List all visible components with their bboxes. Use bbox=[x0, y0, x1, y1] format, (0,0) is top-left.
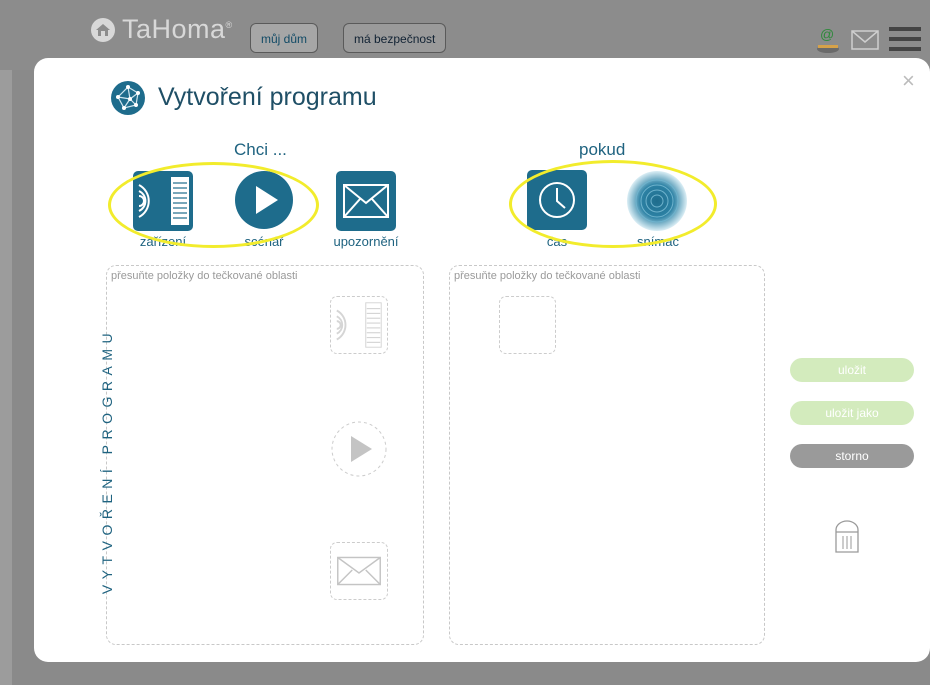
logo-text: TaHoma® bbox=[122, 14, 233, 44]
program-icon bbox=[111, 81, 145, 115]
close-icon[interactable]: × bbox=[902, 68, 915, 94]
background-strip bbox=[0, 70, 12, 685]
envelope-icon[interactable] bbox=[851, 30, 879, 50]
conditions-dropzone[interactable]: přesuňte položky do tečkované oblasti bbox=[449, 265, 765, 645]
notification-placeholder bbox=[330, 542, 388, 600]
highlight-ellipse-want bbox=[108, 162, 319, 248]
play-icon bbox=[351, 436, 372, 462]
notification-label[interactable]: upozornění bbox=[326, 234, 406, 249]
tahoma-logo[interactable]: TaHoma® bbox=[90, 14, 233, 45]
notification-tile[interactable] bbox=[336, 171, 396, 231]
want-section-label: Chci ... bbox=[234, 140, 287, 159]
scene-placeholder bbox=[331, 421, 387, 477]
device-icon bbox=[336, 302, 382, 348]
dropzone-hint: přesuňte položky do tečkované oblasti bbox=[111, 270, 298, 282]
create-program-dialog: × Vytvoření programu Chci ... zařízení s… bbox=[34, 58, 930, 662]
vertical-program-label: VYTVOŘENÍ PROGRAMU bbox=[99, 327, 115, 595]
dropzone-hint: přesuňte položky do tečkované oblasti bbox=[454, 270, 641, 282]
user-email-icon[interactable]: @ bbox=[815, 25, 841, 53]
device-placeholder bbox=[330, 296, 388, 354]
dialog-title: Vytvoření programu bbox=[158, 83, 377, 111]
cancel-button[interactable]: storno bbox=[790, 444, 914, 468]
if-section-label: pokud bbox=[579, 140, 626, 159]
save-as-button[interactable]: uložit jako bbox=[790, 401, 914, 425]
save-button[interactable]: uložit bbox=[790, 358, 914, 382]
svg-text:@: @ bbox=[820, 26, 834, 42]
highlight-ellipse-if bbox=[509, 160, 717, 248]
envelope-icon bbox=[337, 556, 381, 586]
tab-my-security[interactable]: má bezpečnost bbox=[343, 23, 447, 53]
home-icon bbox=[91, 17, 115, 42]
condition-placeholder bbox=[499, 296, 556, 354]
trash-icon[interactable] bbox=[834, 518, 860, 554]
tab-my-home[interactable]: můj dům bbox=[250, 23, 319, 53]
hamburger-menu-icon[interactable] bbox=[889, 26, 921, 52]
